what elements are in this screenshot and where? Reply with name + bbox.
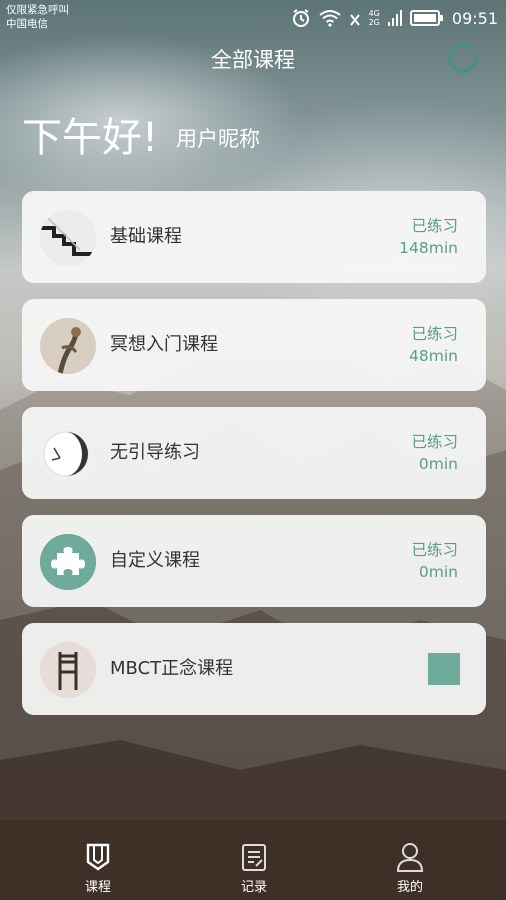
course-card-basic[interactable]: 基础课程 已练习 148min [22, 191, 486, 283]
bottom-tab-bar: 课程 记录 我的 [0, 830, 506, 900]
course-name: MBCT正念课程 [110, 658, 234, 679]
user-icon [396, 843, 424, 872]
practiced-label: 已练习 [411, 217, 458, 235]
book-icon [86, 843, 110, 871]
clock-moon-thumbnail [40, 426, 96, 482]
loading-spinner-icon[interactable] [446, 41, 480, 75]
tab-label: 我的 [396, 880, 423, 895]
course-card-custom[interactable]: 自定义课程 已练习 0min [22, 515, 486, 607]
signal-icon [387, 10, 402, 26]
course-card-meditation-intro[interactable]: 冥想入门课程 已练习 48min [22, 299, 486, 391]
tab-records[interactable]: 记录 [214, 842, 294, 895]
tab-courses[interactable]: 课程 [58, 842, 138, 895]
note-icon [242, 844, 266, 871]
course-stat: 已练习 0min [411, 431, 458, 475]
tab-label: 记录 [240, 880, 267, 895]
course-stat: 已练习 148min [399, 215, 458, 259]
battery-icon [409, 10, 443, 26]
status-bar: 仅限紧急呼叫 中国电信 4G 2G 09:51 [0, 0, 506, 36]
chair-thumbnail [40, 642, 96, 698]
greeting: 下午好! 用户昵称 [22, 116, 260, 160]
greeting-text: 下午好! [22, 115, 159, 161]
network-type: 4G 2G [369, 9, 380, 27]
course-name: 冥想入门课程 [110, 334, 218, 355]
alarm-icon [292, 9, 309, 27]
tab-mine[interactable]: 我的 [370, 842, 450, 895]
carrier-line-emergency: 仅限紧急呼叫 [6, 4, 69, 16]
stairs-thumbnail [40, 210, 96, 266]
practice-duration: 148min [399, 239, 458, 257]
course-stat: 已练习 48min [409, 323, 458, 367]
network-2g-label: 2G [368, 18, 380, 27]
clock-time: 09:51 [451, 8, 498, 28]
practice-duration: 0min [418, 563, 458, 581]
course-name: 基础课程 [110, 226, 182, 247]
tab-label: 课程 [84, 880, 111, 895]
no-sim-icon [349, 14, 360, 26]
page-title: 全部课程 [211, 48, 295, 72]
course-stat: 已练习 0min [411, 539, 458, 583]
wifi-icon [318, 10, 341, 27]
network-4g-label: 4G [368, 9, 380, 18]
hand-flower-thumbnail [40, 318, 96, 374]
carrier-line-name: 中国电信 [6, 18, 48, 30]
practiced-label: 已练习 [411, 325, 458, 343]
practice-duration: 48min [409, 347, 458, 365]
practiced-label: 已练习 [411, 541, 458, 559]
carrier-info: 仅限紧急呼叫 中国电信 [6, 3, 69, 31]
practiced-label: 已练习 [411, 433, 458, 451]
course-name: 自定义课程 [110, 550, 200, 571]
course-card-unguided[interactable]: 无引导练习 已练习 0min [22, 407, 486, 499]
course-card-mbct[interactable]: MBCT正念课程 [22, 623, 486, 715]
practice-duration: 0min [418, 455, 458, 473]
locked-course-indicator[interactable] [428, 653, 460, 685]
puzzle-thumbnail [40, 534, 96, 590]
user-nickname: 用户昵称 [176, 127, 261, 151]
course-name: 无引导练习 [110, 442, 200, 463]
